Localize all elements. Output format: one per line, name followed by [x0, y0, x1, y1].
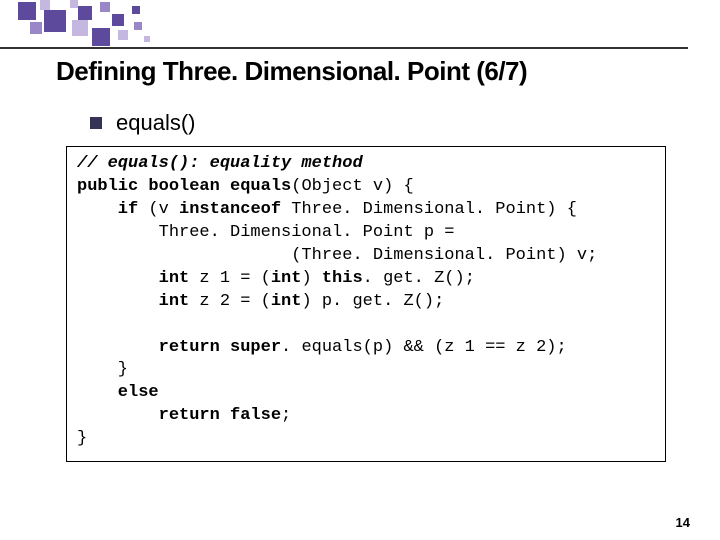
slide-number: 14	[676, 515, 690, 530]
code-kw: int	[77, 292, 189, 311]
title-underline	[0, 47, 688, 49]
code-text: z 2 = (	[189, 292, 271, 311]
code-text: (Three. Dimensional. Point) v;	[77, 246, 597, 265]
code-text: Three. Dimensional. Point) {	[281, 200, 577, 219]
decorative-squares	[0, 0, 220, 50]
code-kw: int	[77, 269, 189, 288]
code-text: )	[301, 269, 321, 288]
code-text: . get. Z();	[363, 269, 475, 288]
code-text: (Object v) {	[291, 177, 413, 196]
code-kw: int	[271, 269, 302, 288]
code-text	[77, 315, 87, 334]
bullet-text: equals()	[116, 110, 195, 136]
slide-title: Defining Three. Dimensional. Point (6/7)	[56, 56, 527, 87]
code-kw: if	[77, 200, 138, 219]
code-kw: int	[271, 292, 302, 311]
code-kw: return super	[77, 338, 281, 357]
code-text: }	[77, 360, 128, 379]
code-kw: instanceof	[179, 200, 281, 219]
code-text: . equals(p) && (z 1 == z 2);	[281, 338, 567, 357]
code-text: z 1 = (	[189, 269, 271, 288]
code-text: }	[77, 429, 87, 448]
code-text: Three. Dimensional. Point p =	[77, 223, 454, 242]
bullet-item: equals()	[90, 110, 195, 136]
code-comment: // equals(): equality method	[77, 154, 363, 173]
code-block: // equals(): equality method public bool…	[66, 146, 666, 462]
code-kw: public boolean equals	[77, 177, 291, 196]
code-text: (v	[138, 200, 179, 219]
code-kw: else	[77, 383, 159, 402]
code-text: ;	[281, 406, 291, 425]
code-kw: this	[322, 269, 363, 288]
bullet-square-icon	[90, 117, 102, 129]
code-text: ) p. get. Z();	[301, 292, 444, 311]
code-kw: return false	[77, 406, 281, 425]
